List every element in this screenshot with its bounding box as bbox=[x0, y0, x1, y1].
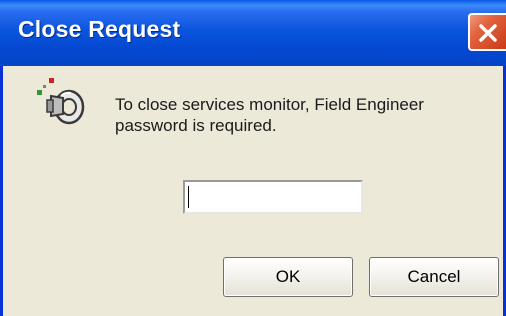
text-cursor bbox=[188, 186, 189, 208]
close-button[interactable] bbox=[468, 13, 506, 51]
close-request-dialog: Close Request To close services monitor,… bbox=[0, 0, 506, 316]
close-icon bbox=[479, 24, 497, 42]
message-line-1: To close services monitor, Field Enginee… bbox=[115, 95, 424, 114]
window-title: Close Request bbox=[18, 16, 181, 42]
cancel-button[interactable]: Cancel bbox=[369, 257, 499, 297]
title-bar[interactable]: Close Request bbox=[0, 0, 506, 66]
dialog-body: To close services monitor, Field Enginee… bbox=[3, 66, 503, 316]
ok-button[interactable]: OK bbox=[223, 257, 353, 297]
key-icon bbox=[37, 78, 85, 125]
password-input[interactable] bbox=[183, 180, 363, 214]
dialog-message: To close services monitor, Field Enginee… bbox=[115, 94, 475, 136]
message-line-2: password is required. bbox=[115, 116, 277, 135]
